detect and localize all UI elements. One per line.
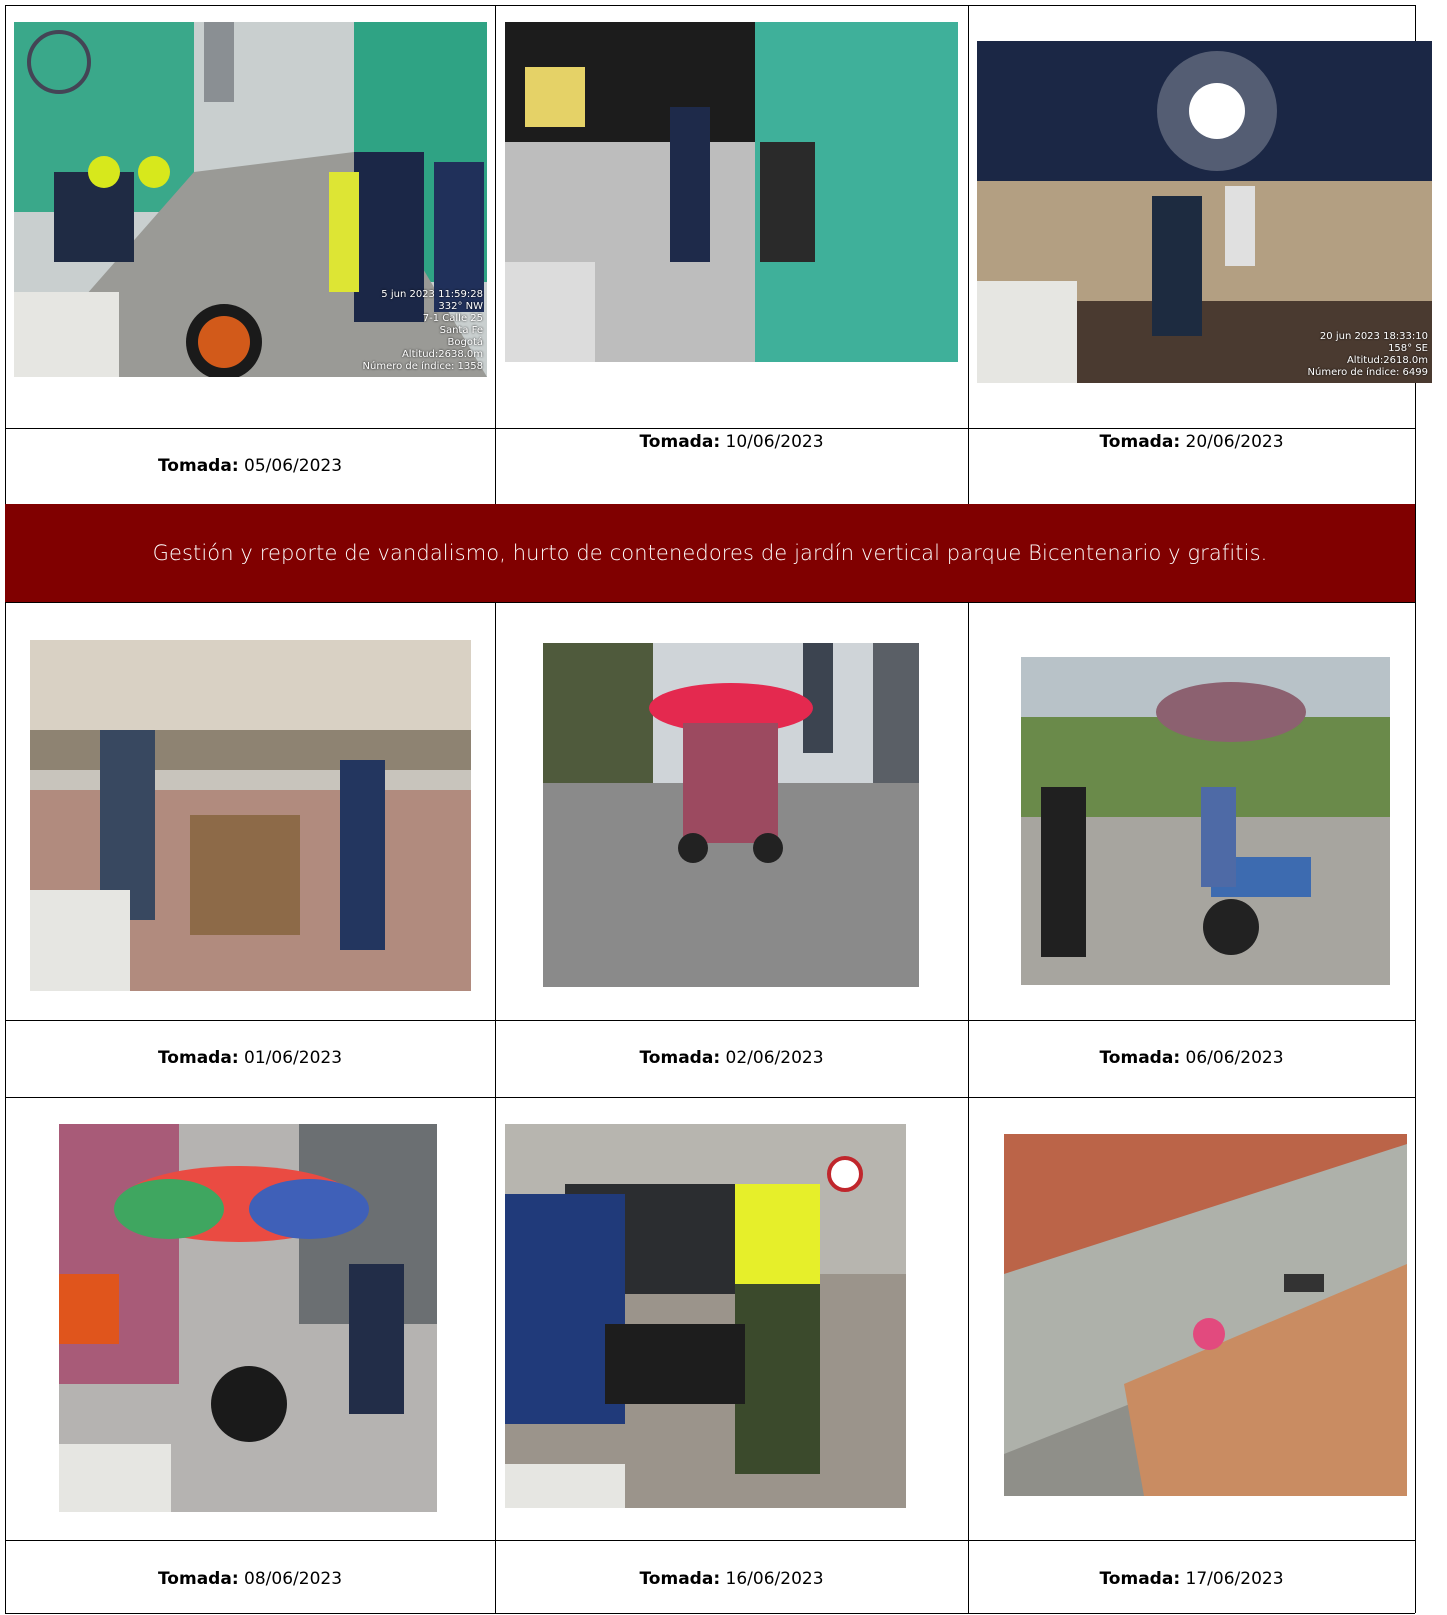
photo-police-street-vendor xyxy=(505,22,958,362)
column-separator xyxy=(968,602,969,1613)
row-separator xyxy=(5,1540,1415,1541)
section-banner: Gestión y reporte de vandalismo, hurto d… xyxy=(5,504,1415,602)
caption: Tomada: 20/06/2023 xyxy=(968,432,1415,452)
caption-label: Tomada: xyxy=(157,1048,239,1068)
column-separator xyxy=(968,5,969,504)
caption-date: 02/06/2023 xyxy=(725,1048,824,1068)
caption: Tomada: 16/06/2023 xyxy=(495,1569,968,1589)
caption-label: Tomada: xyxy=(639,1569,721,1589)
caption-date: 01/06/2023 xyxy=(244,1048,343,1068)
caption-label: Tomada: xyxy=(639,432,721,452)
caption-label: Tomada: xyxy=(157,1569,239,1589)
caption-date: 05/06/2023 xyxy=(244,456,343,476)
caption-label: Tomada: xyxy=(1099,1569,1181,1589)
row-separator xyxy=(5,428,1415,429)
caption-date: 20/06/2023 xyxy=(1185,432,1284,452)
caption: Tomada: 08/06/2023 xyxy=(5,1569,495,1589)
photo-aerial-plaza-view xyxy=(1004,1134,1407,1496)
caption: Tomada: 05/06/2023 xyxy=(5,456,495,476)
caption: Tomada: 10/06/2023 xyxy=(495,432,968,452)
photo-police-inspection-stall xyxy=(505,1124,906,1508)
border-bottom xyxy=(5,1613,1415,1614)
row-separator xyxy=(5,1097,1415,1098)
caption: Tomada: 02/06/2023 xyxy=(495,1048,968,1068)
caption-label: Tomada: xyxy=(157,456,239,476)
banner-text: Gestión y reporte de vandalismo, hurto d… xyxy=(152,541,1268,565)
caption-date: 17/06/2023 xyxy=(1185,1569,1284,1589)
caption-date: 10/06/2023 xyxy=(725,432,824,452)
caption-date: 06/06/2023 xyxy=(1185,1048,1284,1068)
photo-colorful-umbrella-motorcycle xyxy=(59,1124,437,1512)
caption: Tomada: 17/06/2023 xyxy=(968,1569,1415,1589)
column-separator xyxy=(495,602,496,1613)
row-separator xyxy=(5,1020,1415,1021)
photo-officer-with-cart xyxy=(30,640,471,991)
photo-police-motorcycles: 5 jun 2023 11:59:28 332° NW 7-1 Calle 25… xyxy=(14,22,487,377)
row-separator xyxy=(5,602,1415,603)
caption: Tomada: 06/06/2023 xyxy=(968,1048,1415,1068)
caption: Tomada: 01/06/2023 xyxy=(5,1048,495,1068)
photo-timestamp: 20 jun 2023 18:33:10 158° SE Altitud:261… xyxy=(1307,331,1428,378)
column-separator xyxy=(495,5,496,504)
photo-night-patrol: 20 jun 2023 18:33:10 158° SE Altitud:261… xyxy=(977,41,1432,383)
caption-label: Tomada: xyxy=(1099,1048,1181,1068)
caption-label: Tomada: xyxy=(1099,432,1181,452)
caption-date: 08/06/2023 xyxy=(244,1569,343,1589)
caption-label: Tomada: xyxy=(639,1048,721,1068)
photo-red-umbrella-kiosk xyxy=(543,643,919,987)
caption-date: 16/06/2023 xyxy=(725,1569,824,1589)
border-top xyxy=(5,5,1415,6)
border-left xyxy=(5,5,6,1613)
photo-vendor-cart-umbrella xyxy=(1021,657,1390,985)
photo-timestamp: 5 jun 2023 11:59:28 332° NW 7-1 Calle 25… xyxy=(362,289,483,372)
